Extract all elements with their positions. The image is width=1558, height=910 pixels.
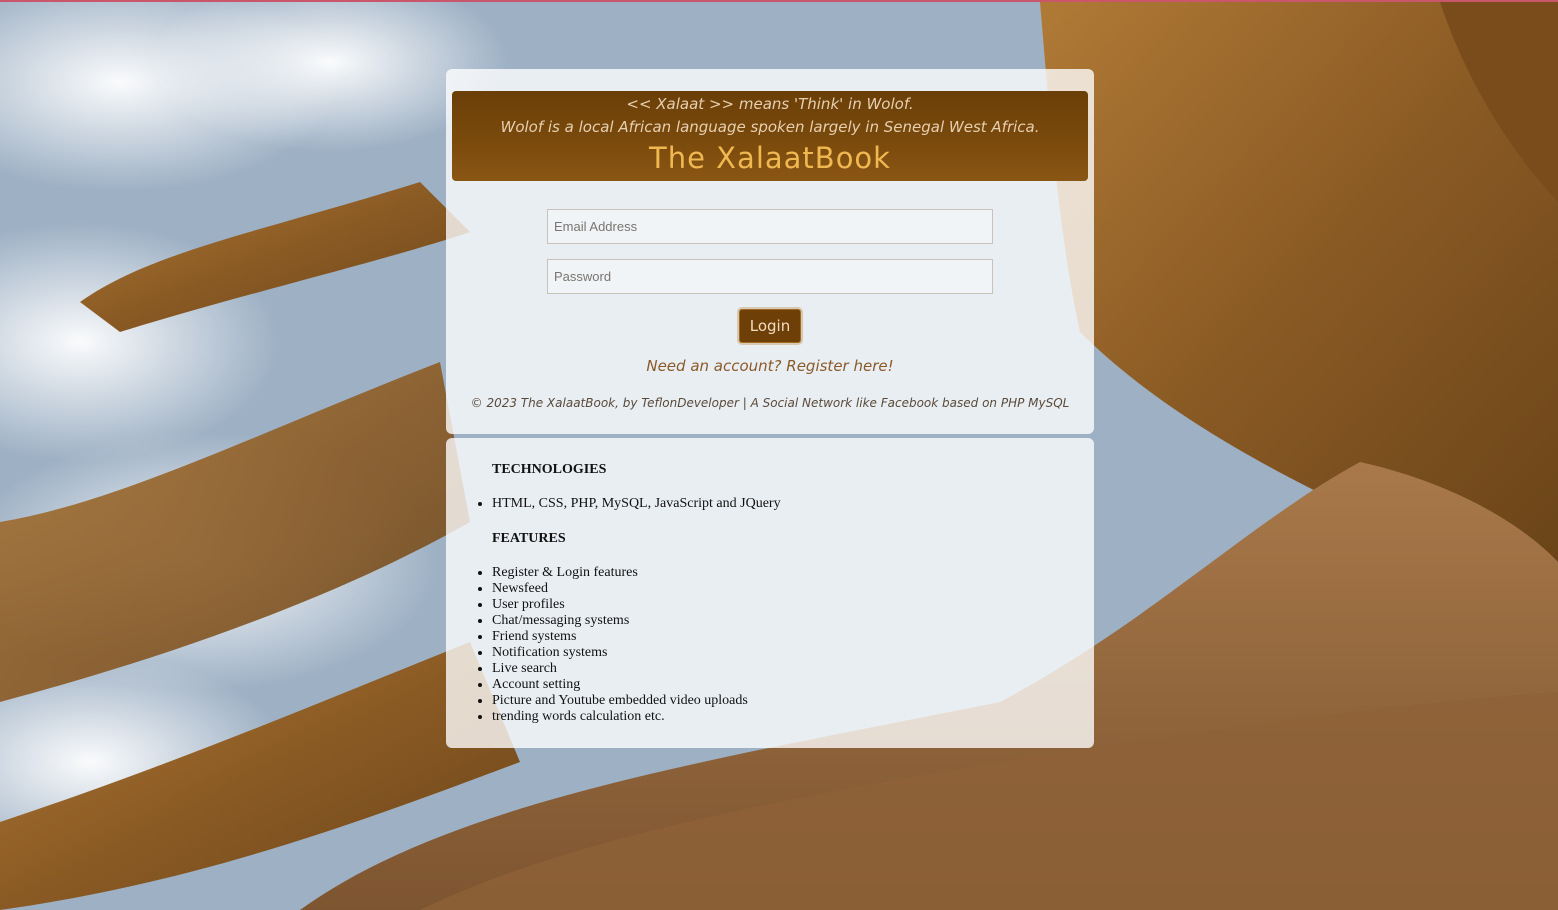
login-button[interactable]: Login [739, 309, 801, 343]
site-banner: << Xalaat >> means 'Think' in Wolof. Wol… [452, 91, 1088, 181]
list-item: Picture and Youtube embedded video uploa… [492, 693, 748, 709]
technologies-heading: TECHNOLOGIES [492, 462, 607, 477]
list-item: Chat/messaging systems [492, 613, 748, 629]
list-item: trending words calculation etc. [492, 709, 748, 725]
features-heading: FEATURES [492, 531, 566, 546]
email-field[interactable] [547, 209, 993, 244]
list-item: Friend systems [492, 629, 748, 645]
list-item: Newsfeed [492, 581, 748, 597]
list-item: Account setting [492, 677, 748, 693]
list-item: HTML, CSS, PHP, MySQL, JavaScript and JQ… [492, 496, 781, 512]
list-item: Notification systems [492, 645, 748, 661]
footer-copyright: © 2023 The XalaatBook, by TeflonDevelope… [470, 396, 1070, 410]
login-panel: << Xalaat >> means 'Think' in Wolof. Wol… [446, 69, 1094, 434]
list-item: Register & Login features [492, 565, 748, 581]
banner-description: Wolof is a local African language spoken… [500, 118, 1040, 136]
features-list: Register & Login features Newsfeed User … [492, 565, 748, 725]
list-item: Live search [492, 661, 748, 677]
list-item: User profiles [492, 597, 748, 613]
site-title: The XalaatBook [649, 141, 891, 175]
register-link[interactable]: Need an account? Register here! [446, 357, 1094, 375]
banner-tagline: << Xalaat >> means 'Think' in Wolof. [626, 95, 914, 113]
password-field[interactable] [547, 259, 993, 294]
info-panel: TECHNOLOGIES HTML, CSS, PHP, MySQL, Java… [446, 438, 1094, 748]
technologies-list: HTML, CSS, PHP, MySQL, JavaScript and JQ… [492, 496, 781, 512]
